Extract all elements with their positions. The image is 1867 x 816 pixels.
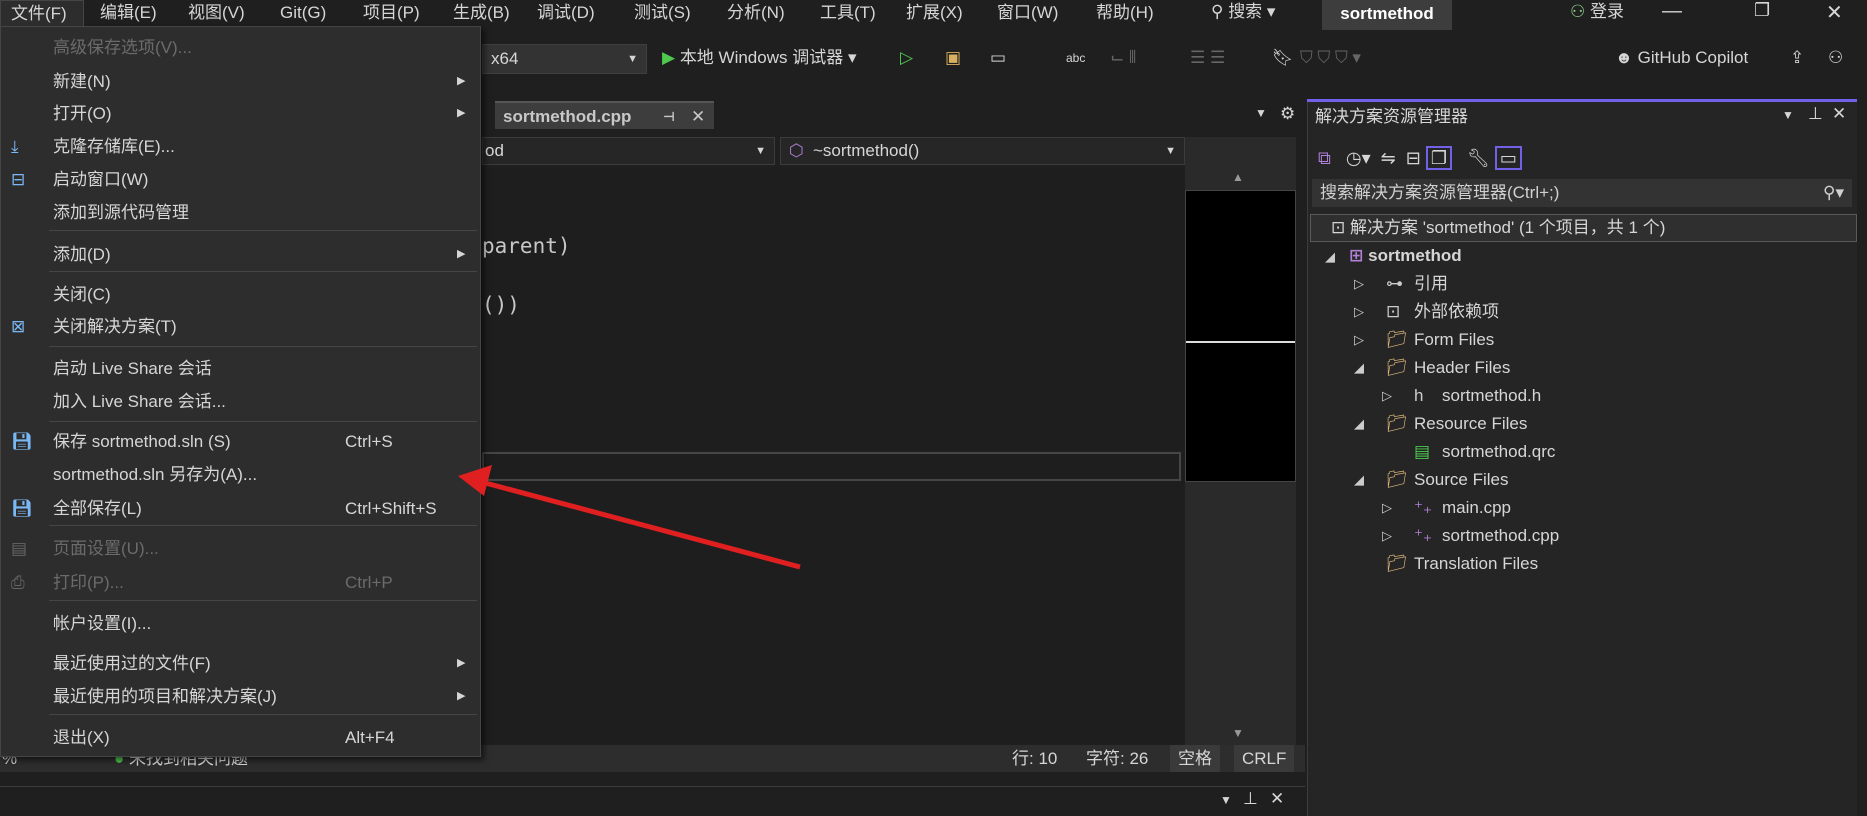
red-arrow-annotation xyxy=(458,465,801,570)
